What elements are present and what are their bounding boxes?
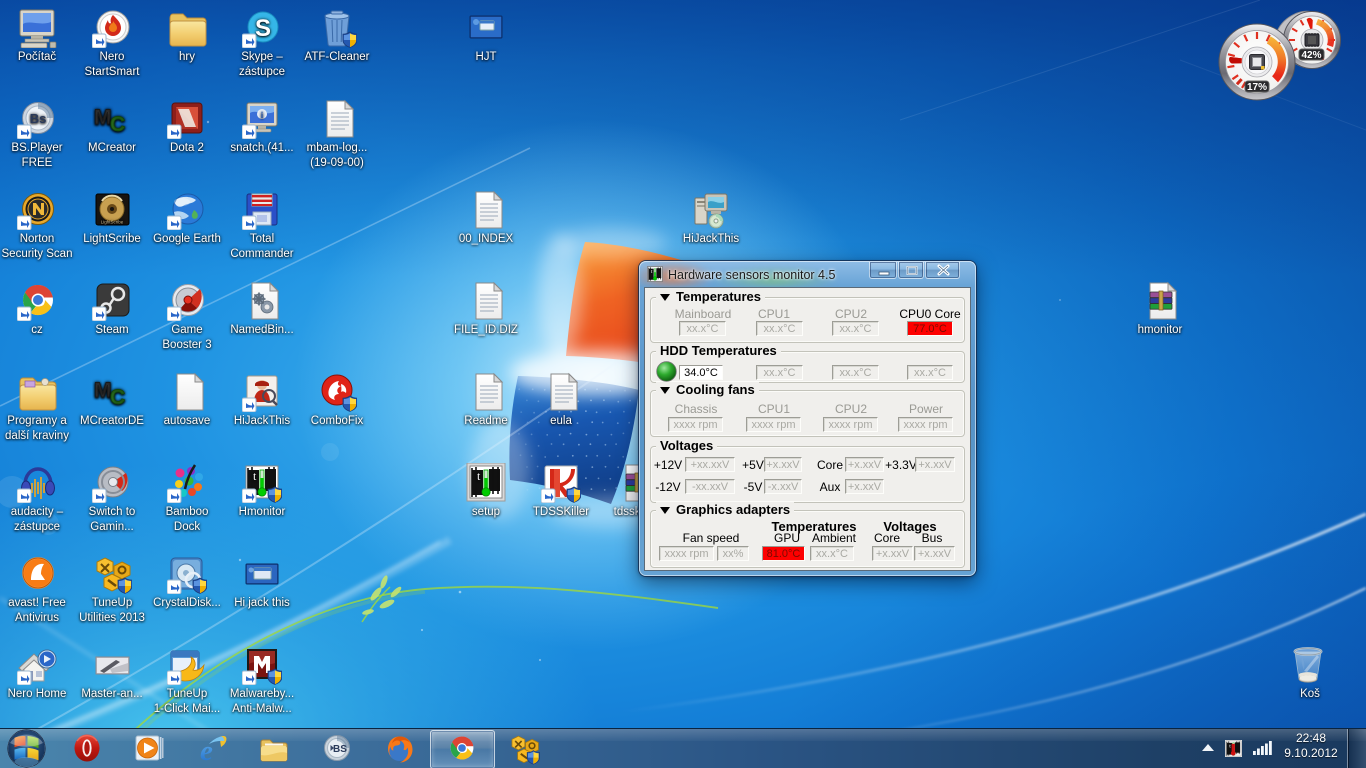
svg-text:M: M: [94, 106, 112, 129]
svg-text:17%: 17%: [1247, 82, 1267, 93]
svg-text:BS: BS: [333, 744, 347, 755]
svg-text:e: e: [200, 735, 213, 765]
svg-text:S: S: [255, 15, 271, 42]
svg-text:LightScribe: LightScribe: [101, 220, 124, 225]
svg-text:M: M: [94, 379, 112, 402]
svg-text:Bs: Bs: [30, 111, 47, 126]
svg-text:C: C: [110, 113, 125, 136]
svg-text:C: C: [110, 386, 125, 409]
svg-text:42%: 42%: [1301, 50, 1321, 61]
